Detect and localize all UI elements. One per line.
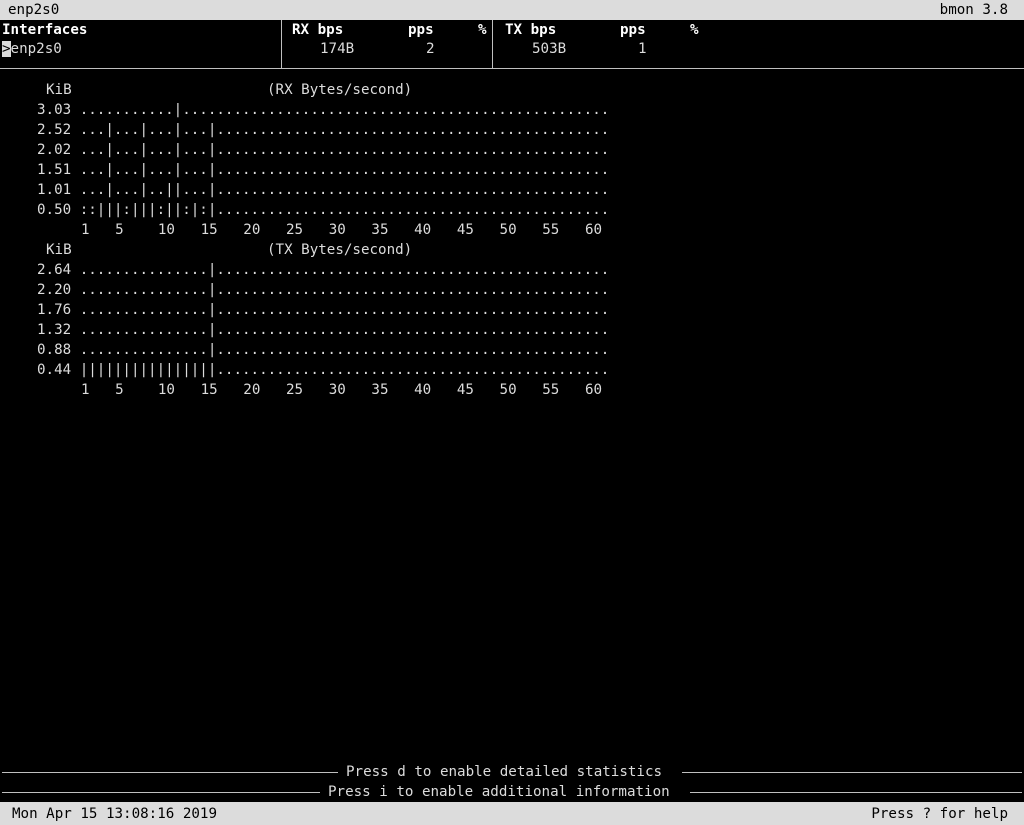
rx-graph-row: 3.03 ...........|.......................… <box>37 100 609 120</box>
rx-graph-row: 1.51 ...|...|...|...|...................… <box>37 160 609 180</box>
app-version: bmon 3.8 <box>939 2 1008 18</box>
tx-y-label: 1.32 <box>37 322 72 338</box>
tx-plot-line: ...............|........................… <box>79 282 610 298</box>
tx-graph-title: (TX Bytes/second) <box>267 242 413 258</box>
hint-rule <box>682 772 1022 773</box>
hint-rule <box>690 792 1022 793</box>
rx-bps-value: 174B <box>320 41 355 57</box>
rx-pps-header: pps <box>408 22 434 38</box>
rx-graph-row: 2.02 ...|...|...|...|...................… <box>37 140 609 160</box>
tx-graph-row: 2.20 ...............|...................… <box>37 280 609 300</box>
tx-plot-line: ...............|........................… <box>79 342 610 358</box>
tx-pps-value: 1 <box>638 41 647 57</box>
rx-plot-line: ...|...|...|...|........................… <box>79 122 610 138</box>
rx-graph-row: 2.52 ...|...|...|...|...................… <box>37 120 609 140</box>
rx-bps-header: RX bps <box>292 22 344 38</box>
status-datetime: Mon Apr 15 13:08:16 2019 <box>12 806 217 822</box>
rx-y-label: 2.52 <box>37 122 72 138</box>
tx-graph-row: 0.44 ||||||||||||||||...................… <box>37 360 609 380</box>
tx-graph-row: 2.64 ...............|...................… <box>37 260 609 280</box>
tx-bps-value: 503B <box>532 41 567 57</box>
rx-x-axis-ticks: 1 5 10 15 20 25 30 35 40 45 50 55 60 <box>81 222 603 238</box>
rx-graph-row: 1.01 ...|...|..||...|...................… <box>37 180 609 200</box>
additional-info-hint-text: Press i to enable additional information <box>328 784 670 800</box>
interface-row[interactable]: >enp2s0 <box>2 39 62 59</box>
rx-pct-header: % <box>478 22 487 38</box>
tx-plot-line: ...............|........................… <box>79 262 610 278</box>
tx-y-label: 2.20 <box>37 282 72 298</box>
detailed-stats-hint-text: Press d to enable detailed statistics <box>346 764 663 780</box>
interface-title: enp2s0 <box>8 2 60 18</box>
tx-y-label: 1.76 <box>37 302 72 318</box>
tx-plot-line: ||||||||||||||||........................… <box>79 362 610 378</box>
tx-pps-header: pps <box>620 22 646 38</box>
tx-plot-line: ...............|........................… <box>79 322 610 338</box>
tx-y-label: 2.64 <box>37 262 72 278</box>
rx-y-label: 3.03 <box>37 102 72 118</box>
rx-plot-line: ...|...|...|...|........................… <box>79 142 610 158</box>
rx-y-label: 1.51 <box>37 162 72 178</box>
rx-y-label: 0.50 <box>37 202 72 218</box>
detailed-stats-hint: Press d to enable detailed statistics <box>0 762 1024 782</box>
rx-pps-value: 2 <box>426 41 435 57</box>
rx-plot-line: ::|||:|||:||:|:|........................… <box>79 202 610 218</box>
help-hint: Press ? for help <box>871 806 1008 822</box>
header-divider <box>0 68 1024 69</box>
hint-rule <box>2 772 338 773</box>
selection-cursor: > <box>2 41 11 57</box>
rx-unit-label: KiB <box>46 82 72 98</box>
tx-graph-row: 0.88 ...............|...................… <box>37 340 609 360</box>
column-divider <box>492 20 493 68</box>
tx-x-axis-ticks: 1 5 10 15 20 25 30 35 40 45 50 55 60 <box>81 382 603 398</box>
rx-plot-line: ...........|............................… <box>79 102 610 118</box>
tx-pct-header: % <box>690 22 699 38</box>
rx-graph-row: 0.50 ::|||:|||:||:|:|...................… <box>37 200 609 220</box>
tx-graph-row: 1.76 ...............|...................… <box>37 300 609 320</box>
hint-rule <box>2 792 320 793</box>
column-divider <box>281 20 282 68</box>
tx-y-label: 0.44 <box>37 362 72 378</box>
additional-info-hint: Press i to enable additional information <box>0 782 1024 802</box>
rx-y-label: 1.01 <box>37 182 72 198</box>
tx-unit-label: KiB <box>46 242 72 258</box>
tx-graph-row: 1.32 ...............|...................… <box>37 320 609 340</box>
tx-bps-header: TX bps <box>505 22 557 38</box>
interfaces-header: Interfaces <box>2 22 88 38</box>
interface-name: enp2s0 <box>10 41 62 57</box>
title-bar: enp2s0 bmon 3.8 <box>0 0 1024 20</box>
rx-plot-line: ...|...|..||...|........................… <box>79 182 610 198</box>
rx-graph-title: (RX Bytes/second) <box>267 82 413 98</box>
rx-y-label: 2.02 <box>37 142 72 158</box>
tx-y-label: 0.88 <box>37 342 72 358</box>
rx-plot-line: ...|...|...|...|........................… <box>79 162 610 178</box>
status-bar: Mon Apr 15 13:08:16 2019 Press ? for hel… <box>0 802 1024 825</box>
tx-plot-line: ...............|........................… <box>79 302 610 318</box>
